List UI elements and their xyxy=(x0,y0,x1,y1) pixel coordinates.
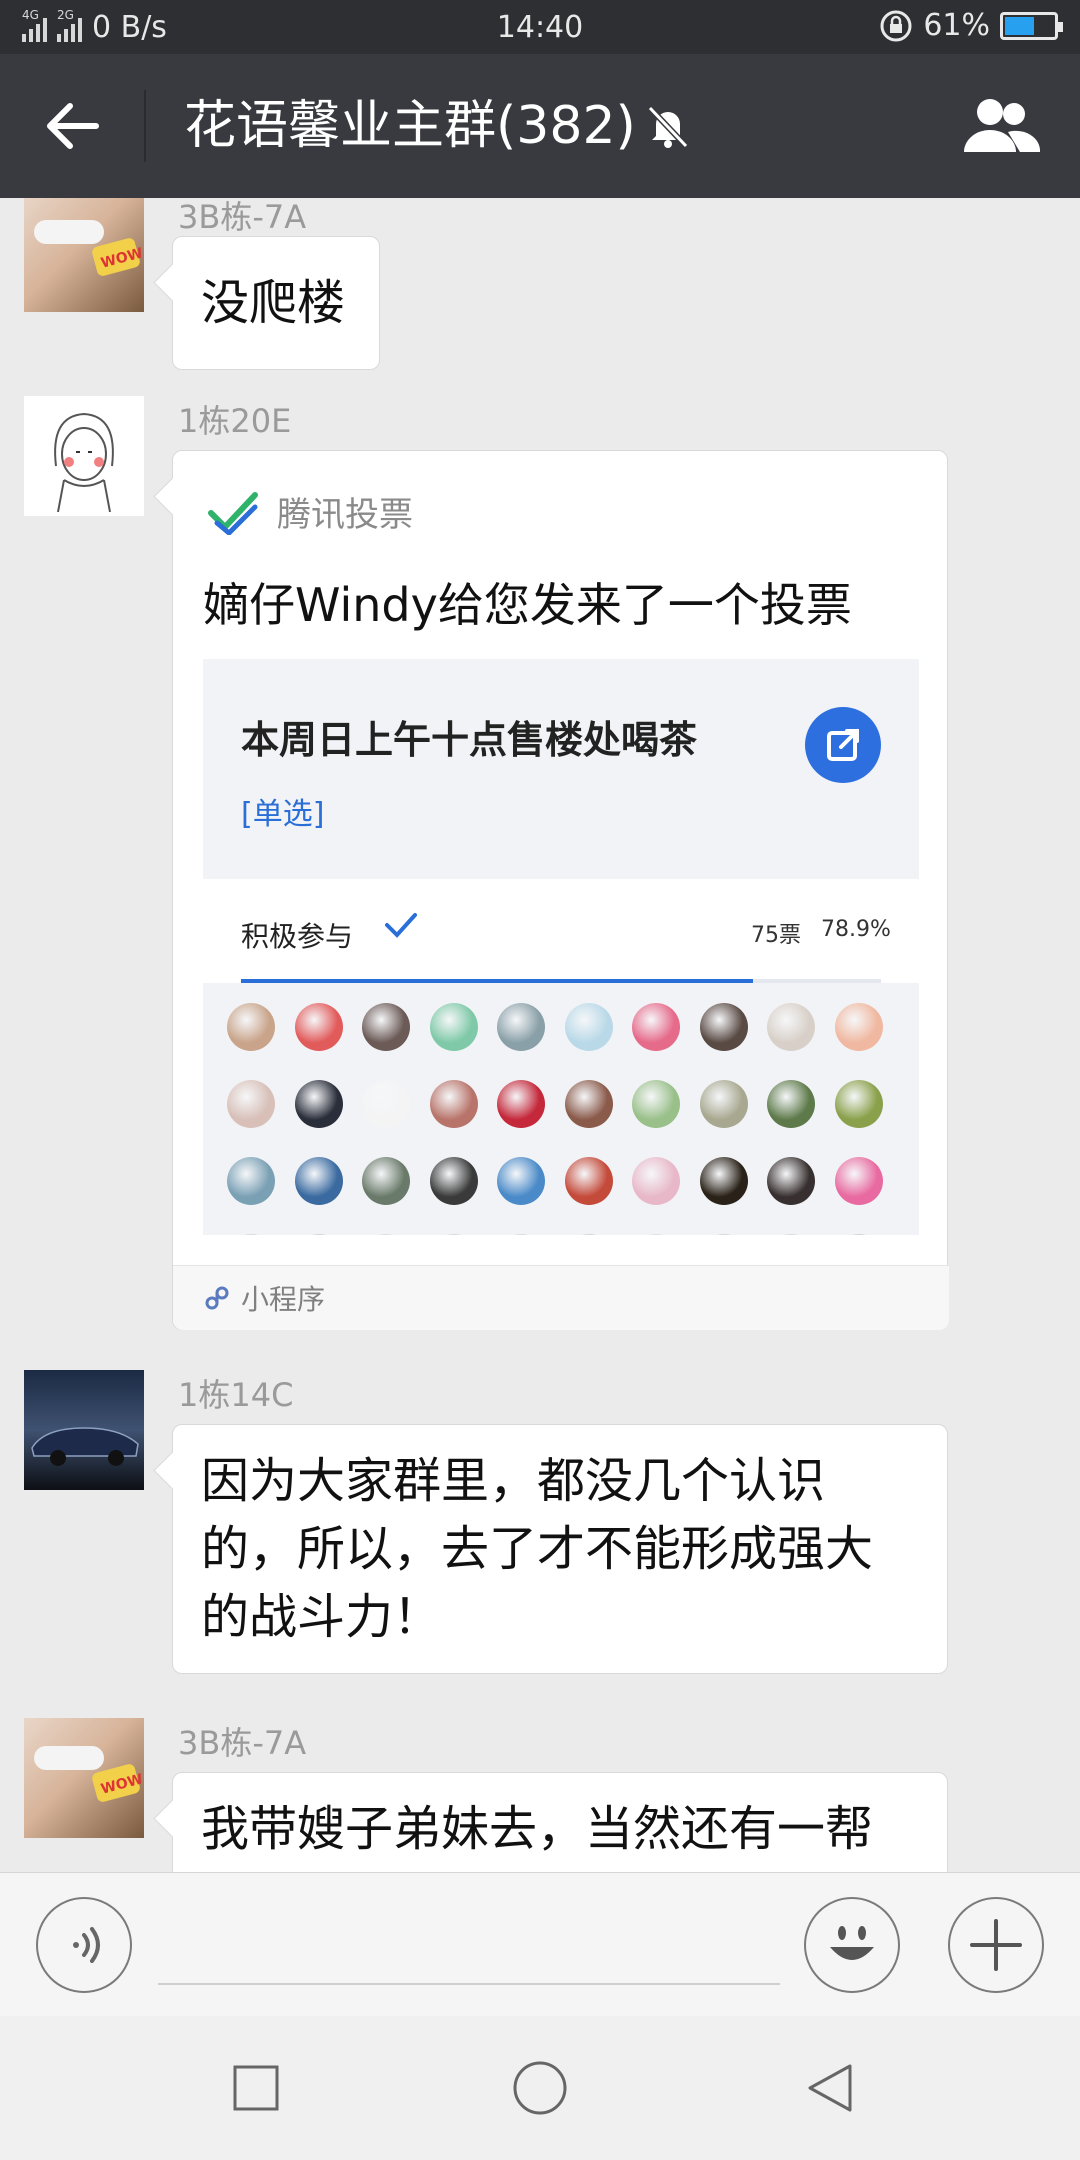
square-icon[interactable] xyxy=(226,2058,286,2118)
voter-avatar xyxy=(564,1234,613,1235)
vote-preview[interactable]: 本周日上午十点售楼处喝茶 [单选] 积极参与 75票 78.9% xyxy=(203,659,919,1235)
voter-avatar xyxy=(564,1080,613,1128)
voter-avatar xyxy=(362,1003,410,1051)
triangle-back-icon[interactable] xyxy=(800,2058,860,2118)
voter-avatar xyxy=(632,1003,680,1051)
voter-avatar xyxy=(362,1080,410,1128)
voter-avatar xyxy=(429,1003,478,1051)
footer-label: 小程序 xyxy=(241,1283,326,1316)
vote-check-icon xyxy=(208,491,258,535)
bell-off-icon xyxy=(647,105,689,149)
voter-avatar xyxy=(767,1157,815,1205)
card-title: 嫡仔Windy给您发来了一个投票 xyxy=(203,578,852,632)
voter-avatar xyxy=(564,1157,613,1205)
voter-avatar xyxy=(294,1234,343,1235)
vote-option[interactable]: 积极参与 75票 78.9% xyxy=(203,879,919,983)
card-brand: 腾讯投票 xyxy=(207,487,413,536)
emoji-icon[interactable] xyxy=(804,1897,900,1993)
navigation-bar xyxy=(0,2016,1080,2160)
people-icon[interactable] xyxy=(958,94,1042,158)
voter-avatar xyxy=(834,1080,883,1128)
voter-avatar xyxy=(699,1003,748,1051)
avatar[interactable]: WOW xyxy=(24,198,144,312)
voter-avatar xyxy=(699,1080,748,1128)
check-icon xyxy=(385,913,417,938)
vote-progress-bar xyxy=(241,979,881,983)
voice-icon[interactable] xyxy=(36,1897,132,1993)
brand-name: 腾讯投票 xyxy=(277,495,413,535)
avatar[interactable] xyxy=(24,396,144,516)
sender-name: 1栋20E xyxy=(178,402,292,440)
circle-icon[interactable] xyxy=(510,2058,570,2118)
voter-avatar xyxy=(294,1157,343,1205)
battery-icon xyxy=(1000,11,1063,40)
voter-avatar xyxy=(632,1080,680,1128)
voter-avatar xyxy=(564,1003,613,1051)
vote-count: 75票 xyxy=(751,923,801,948)
voter-avatars xyxy=(227,1003,907,1235)
card-footer: 小程序 xyxy=(173,1266,949,1330)
voter-avatar xyxy=(497,1234,545,1235)
voter-avatar xyxy=(632,1157,680,1205)
sender-name: 1栋14C xyxy=(178,1376,294,1414)
avatar[interactable] xyxy=(24,1370,144,1490)
plus-icon[interactable] xyxy=(948,1897,1044,1993)
vote-type: [单选] xyxy=(241,797,325,832)
rotation-lock-icon xyxy=(880,10,912,41)
battery-percent: 61% xyxy=(923,8,990,43)
voter-avatar xyxy=(227,1157,275,1205)
voter-avatar xyxy=(429,1080,478,1128)
share-icon[interactable] xyxy=(805,707,881,783)
message-input[interactable] xyxy=(158,1921,780,1985)
option-label: 积极参与 xyxy=(241,920,354,953)
mini-program-icon xyxy=(205,1286,229,1310)
voter-avatar xyxy=(632,1234,680,1235)
voter-avatar xyxy=(294,1003,343,1051)
voter-avatar xyxy=(362,1234,410,1235)
voter-avatar xyxy=(767,1080,815,1128)
input-bar xyxy=(0,1872,1080,2016)
vote-question: 本周日上午十点售楼处喝茶 xyxy=(241,718,698,762)
arrow-left-icon[interactable] xyxy=(40,94,104,158)
message-bubble[interactable]: 因为大家群里，都没几个认识的，所以，去了才不能形成强大的战斗力！ xyxy=(172,1424,948,1674)
voter-avatar xyxy=(227,1234,275,1235)
mini-program-card[interactable]: 腾讯投票 嫡仔Windy给您发来了一个投票 本周日上午十点售楼处喝茶 [单选] … xyxy=(172,450,949,1330)
voter-avatar xyxy=(834,1003,883,1051)
voter-avatar xyxy=(767,1003,815,1051)
title-divider xyxy=(144,90,146,162)
status-bar: 4G 2G 0 B/s 14:40 61% xyxy=(0,0,1080,54)
voter-avatar xyxy=(227,1003,275,1051)
vote-percent: 78.9% xyxy=(821,917,891,942)
sender-name: 3B栋-7A xyxy=(178,1724,307,1762)
voter-avatar xyxy=(429,1234,478,1235)
voter-avatar xyxy=(834,1234,883,1235)
voter-avatar xyxy=(497,1157,545,1205)
title-bar: 花语馨业主群(382) xyxy=(0,54,1080,198)
voter-avatar xyxy=(362,1157,410,1205)
message-bubble[interactable]: 没爬楼 xyxy=(172,236,380,370)
avatar[interactable]: WOW xyxy=(24,1718,144,1838)
voter-avatar xyxy=(699,1157,748,1205)
chat-area[interactable]: WOW 3B栋-7A 没爬楼 1栋20E 腾讯投票 嫡仔Windy给您发来了一个… xyxy=(0,198,1080,1872)
voter-avatar xyxy=(834,1157,883,1205)
voter-avatar xyxy=(699,1234,748,1235)
voter-avatar xyxy=(294,1080,343,1128)
sender-name: 3B栋-7A xyxy=(178,198,307,236)
voter-avatar xyxy=(497,1080,545,1128)
voter-avatar xyxy=(497,1003,545,1051)
chat-title: 花语馨业主群(382) xyxy=(184,96,636,156)
voter-avatar xyxy=(227,1080,275,1128)
voter-avatar xyxy=(429,1157,478,1205)
message-bubble[interactable]: 我带嫂子弟妹去，当然还有一帮孩 xyxy=(172,1772,948,1872)
voter-avatar xyxy=(767,1234,815,1235)
